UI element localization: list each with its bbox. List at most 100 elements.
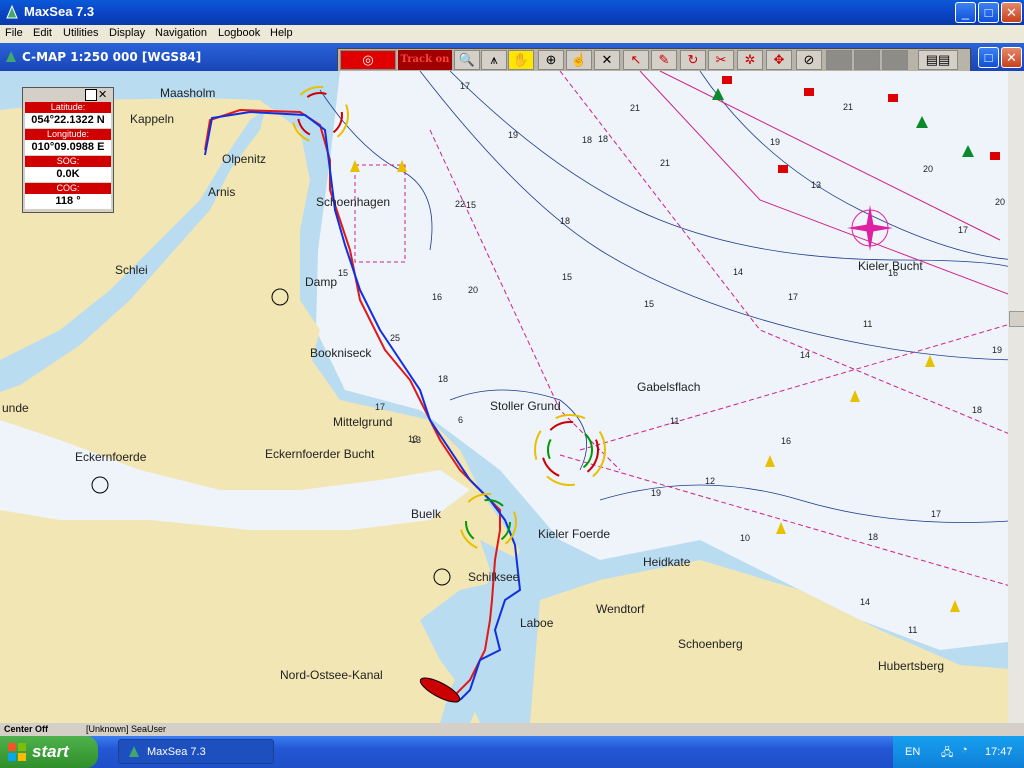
network-icon[interactable]: 🖧 — [941, 744, 953, 763]
info-close-icon[interactable]: ✕ — [98, 88, 107, 101]
depth-sounding: 16 — [432, 292, 442, 302]
start-button[interactable]: start — [0, 736, 98, 768]
sog-value: 0.0K — [25, 167, 111, 182]
place-wendtorf: Wendtorf — [596, 602, 645, 616]
longitude-label: Longitude: — [25, 129, 111, 140]
blank-button-2[interactable] — [854, 50, 880, 70]
info-panel-header: ✕ — [23, 88, 111, 101]
depth-sounding: 14 — [733, 267, 743, 277]
place-kieler-foerde: Kieler Foerde — [538, 527, 610, 541]
route-icon[interactable]: ↻ — [680, 50, 706, 70]
center-icon[interactable]: ⊕ — [538, 50, 564, 70]
chart-window-icon — [6, 51, 16, 62]
language-indicator[interactable]: EN — [905, 746, 920, 758]
chart-canvas[interactable]: Maasholm Kappeln Olpenitz Arnis Schlei S… — [0, 71, 1024, 723]
place-buelk: Buelk — [411, 507, 442, 521]
depth-sounding: 11 — [670, 416, 679, 426]
depth-sounding: 17 — [931, 509, 941, 519]
scrollbar-thumb[interactable] — [1009, 311, 1024, 327]
depth-sounding: 20 — [468, 285, 478, 295]
depth-sounding: 20 — [995, 197, 1005, 207]
place-bookniseck: Bookniseck — [310, 346, 372, 360]
depth-sounding: 14 — [860, 597, 870, 607]
nautical-chart[interactable]: Maasholm Kappeln Olpenitz Arnis Schlei S… — [0, 71, 1024, 723]
chart-maximize-button[interactable]: □ — [978, 47, 999, 68]
depth-sounding: 15 — [338, 268, 348, 278]
place-kappeln: Kappeln — [130, 112, 174, 126]
move-icon[interactable]: ✥ — [766, 50, 792, 70]
track-on-button[interactable]: Track on — [398, 50, 452, 70]
depth-sounding: 20 — [923, 164, 933, 174]
compass-icon[interactable]: ⩚ — [481, 50, 507, 70]
window-title: MaxSea 7.3 — [24, 4, 95, 19]
status-bar: Center Off [Unknown] SeaUser — [0, 723, 1024, 736]
menu-logbook[interactable]: Logbook — [218, 27, 260, 39]
place-hubertsberg: Hubertsberg — [878, 659, 944, 673]
hand-pan-icon[interactable]: ✋ — [508, 50, 534, 70]
latitude-label: Latitude: — [25, 102, 111, 113]
cross-measure-icon[interactable]: ✕ — [594, 50, 620, 70]
depth-sounding: 13 — [408, 434, 418, 444]
volume-icon[interactable]: ◔ — [961, 744, 968, 756]
chart-close-button[interactable]: ✕ — [1001, 47, 1022, 68]
depth-sounding: 18 — [598, 134, 608, 144]
main-title-bar: MaxSea 7.3 _ □ ✕ — [0, 0, 1024, 25]
grab-icon[interactable]: ☝ — [566, 50, 592, 70]
depth-sounding: 21 — [660, 158, 670, 168]
place-heidkate: Heidkate — [643, 555, 691, 569]
circle-icon[interactable]: ⊘ — [796, 50, 822, 70]
select-arrow-icon[interactable]: ↖ — [623, 50, 649, 70]
latitude-value: 054°22.1322 N — [25, 113, 111, 128]
pencil-icon[interactable]: ✎ — [651, 50, 677, 70]
depth-sounding: 22 — [455, 199, 465, 209]
cog-value: 118 ° — [25, 194, 111, 209]
depth-sounding: 21 — [630, 103, 640, 113]
window-layout-icon[interactable]: ▤▤ — [918, 50, 958, 70]
info-restore-button[interactable] — [85, 89, 97, 101]
depth-sounding: 17 — [460, 81, 470, 91]
center-off-button[interactable]: Center Off — [4, 724, 48, 734]
windows-taskbar: start MaxSea 7.3 EN 🖧 ◔ 17:47 — [0, 736, 1024, 768]
zoom-icon[interactable]: 🔍 — [454, 50, 480, 70]
place-gabelsflach: Gabelsflach — [637, 380, 700, 394]
map-vertical-scrollbar[interactable] — [1008, 71, 1024, 723]
menu-edit[interactable]: Edit — [33, 27, 52, 39]
menu-file[interactable]: File — [5, 27, 23, 39]
menu-navigation[interactable]: Navigation — [155, 27, 207, 39]
depth-sounding: 19 — [770, 137, 780, 147]
depth-sounding: 14 — [800, 350, 810, 360]
depth-sounding: 15 — [466, 200, 476, 210]
menu-bar: File Edit Utilities Display Navigation L… — [0, 25, 1024, 43]
close-button[interactable]: ✕ — [1001, 2, 1022, 23]
mark-icon[interactable]: ✲ — [737, 50, 763, 70]
depth-sounding: 18 — [868, 532, 878, 542]
place-nord-ostsee-kanal: Nord-Ostsee-Kanal — [280, 668, 383, 682]
place-schoenhagen: Schoenhagen — [316, 195, 390, 209]
depth-sounding: 13 — [811, 180, 821, 190]
place-maasholm: Maasholm — [160, 86, 215, 100]
menu-display[interactable]: Display — [109, 27, 145, 39]
depth-sounding: 10 — [740, 533, 750, 543]
depth-sounding: 19 — [508, 130, 518, 140]
depth-sounding: 18 — [582, 135, 592, 145]
blank-button-1[interactable] — [826, 50, 852, 70]
scissors-icon[interactable]: ✂ — [708, 50, 734, 70]
taskbar-maxsea[interactable]: MaxSea 7.3 — [118, 739, 274, 764]
minimize-button[interactable]: _ — [955, 2, 976, 23]
blank-button-3[interactable] — [882, 50, 908, 70]
depth-sounding: 6 — [458, 415, 463, 425]
maxsea-taskbar-icon — [129, 746, 139, 757]
map-toolbar: ◎ Track on 🔍 ⩚ ✋ ⊕ ☝ ✕ ↖ ✎ ↻ ✂ ✲ ✥ ⊘ ▤▤ — [337, 48, 971, 72]
depth-sounding: 19 — [651, 488, 661, 498]
stop-icon[interactable]: ◎ — [340, 50, 396, 70]
maximize-button[interactable]: □ — [978, 2, 999, 23]
depth-sounding: 15 — [562, 272, 572, 282]
windows-logo-icon — [8, 743, 26, 761]
cog-label: COG: — [25, 183, 111, 194]
depth-sounding: 16 — [888, 268, 898, 278]
menu-help[interactable]: Help — [270, 27, 293, 39]
start-label: start — [32, 742, 69, 761]
menu-utilities[interactable]: Utilities — [63, 27, 98, 39]
place-eckernfoerder-bucht: Eckernfoerder Bucht — [265, 447, 375, 461]
maxsea-app-icon — [6, 4, 18, 19]
